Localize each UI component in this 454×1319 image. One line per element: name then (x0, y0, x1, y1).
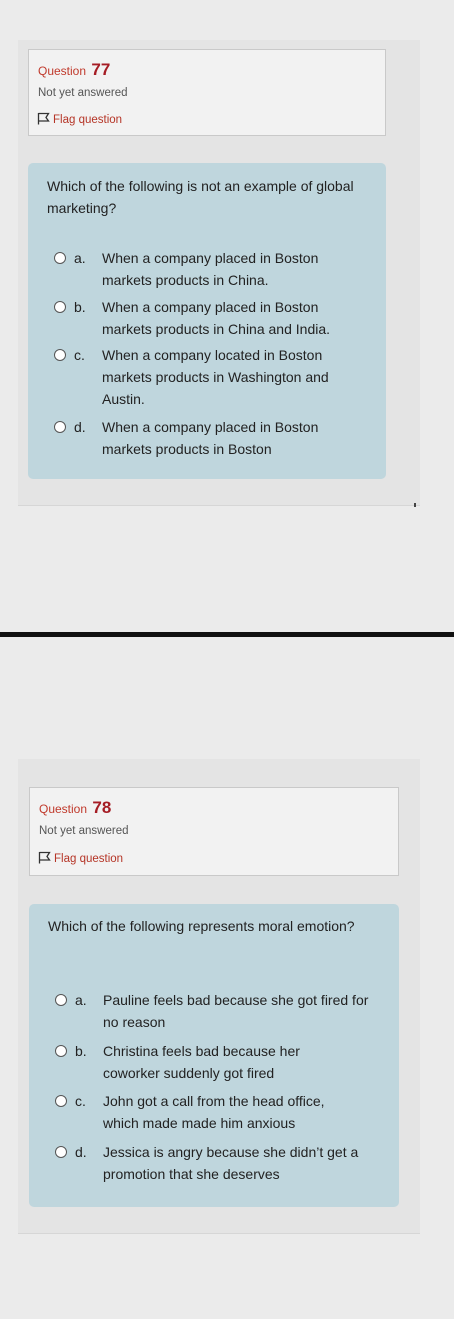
option-text: John got a call from the head office, wh… (103, 1093, 325, 1131)
question-77-info: Question 77 Not yet answered Flag questi… (28, 49, 386, 136)
flag-icon (38, 851, 54, 867)
radio-a[interactable] (55, 994, 67, 1006)
option-text: When a company placed in Boston markets … (102, 250, 319, 288)
flag-question-label: Flag question (53, 114, 123, 126)
option-letter: a. (74, 250, 86, 266)
question-label: Question (39, 802, 88, 816)
radio-c[interactable] (55, 1095, 67, 1107)
option-text: When a company located in Boston markets… (102, 347, 329, 407)
question-label: Question (38, 64, 87, 78)
question-number: 78 (92, 798, 112, 817)
radio-c[interactable] (54, 349, 66, 361)
flag-icon (37, 112, 53, 128)
screenshot-top: Question 77 Not yet answered Flag questi… (0, 0, 454, 632)
screenshot-bottom: Question 78 Not yet answered Flag questi… (0, 637, 454, 1319)
question-text: Which of the following is not an example… (47, 178, 354, 216)
flag-question-link[interactable]: Flag question (38, 851, 123, 867)
flag-question-label: Flag question (54, 853, 124, 865)
radio-d[interactable] (54, 421, 66, 433)
option-letter: d. (74, 419, 86, 435)
radio-b[interactable] (55, 1045, 67, 1057)
option-letter: c. (75, 1093, 86, 1109)
option-letter: b. (74, 299, 86, 315)
question-number: 77 (91, 60, 111, 79)
option-letter: d. (75, 1144, 87, 1160)
radio-a[interactable] (54, 252, 66, 264)
option-letter: b. (75, 1043, 87, 1059)
question-78-content: Which of the following represents moral … (29, 904, 399, 1207)
option-letter: c. (74, 347, 85, 363)
option-text: Pauline feels bad because she got fired … (103, 992, 369, 1030)
question-state: Not yet answered (39, 825, 129, 837)
option-text: When a company placed in Boston markets … (102, 419, 319, 457)
flag-question-link[interactable]: Flag question (37, 112, 122, 128)
question-state: Not yet answered (38, 87, 128, 99)
option-text: Christina feels bad because her coworker… (103, 1043, 300, 1081)
radio-b[interactable] (54, 301, 66, 313)
radio-d[interactable] (55, 1146, 67, 1158)
question-78-header: Question 78 (39, 798, 111, 818)
option-text: Jessica is angry because she didn’t get … (103, 1144, 359, 1182)
scroll-marker (414, 503, 416, 507)
option-text: When a company placed in Boston markets … (102, 299, 331, 337)
question-text: Which of the following represents moral … (48, 918, 355, 934)
option-letter: a. (75, 992, 87, 1008)
question-77-header: Question 77 (38, 60, 110, 80)
question-78-info: Question 78 Not yet answered Flag questi… (29, 787, 399, 876)
question-77-content: Which of the following is not an example… (28, 163, 386, 479)
